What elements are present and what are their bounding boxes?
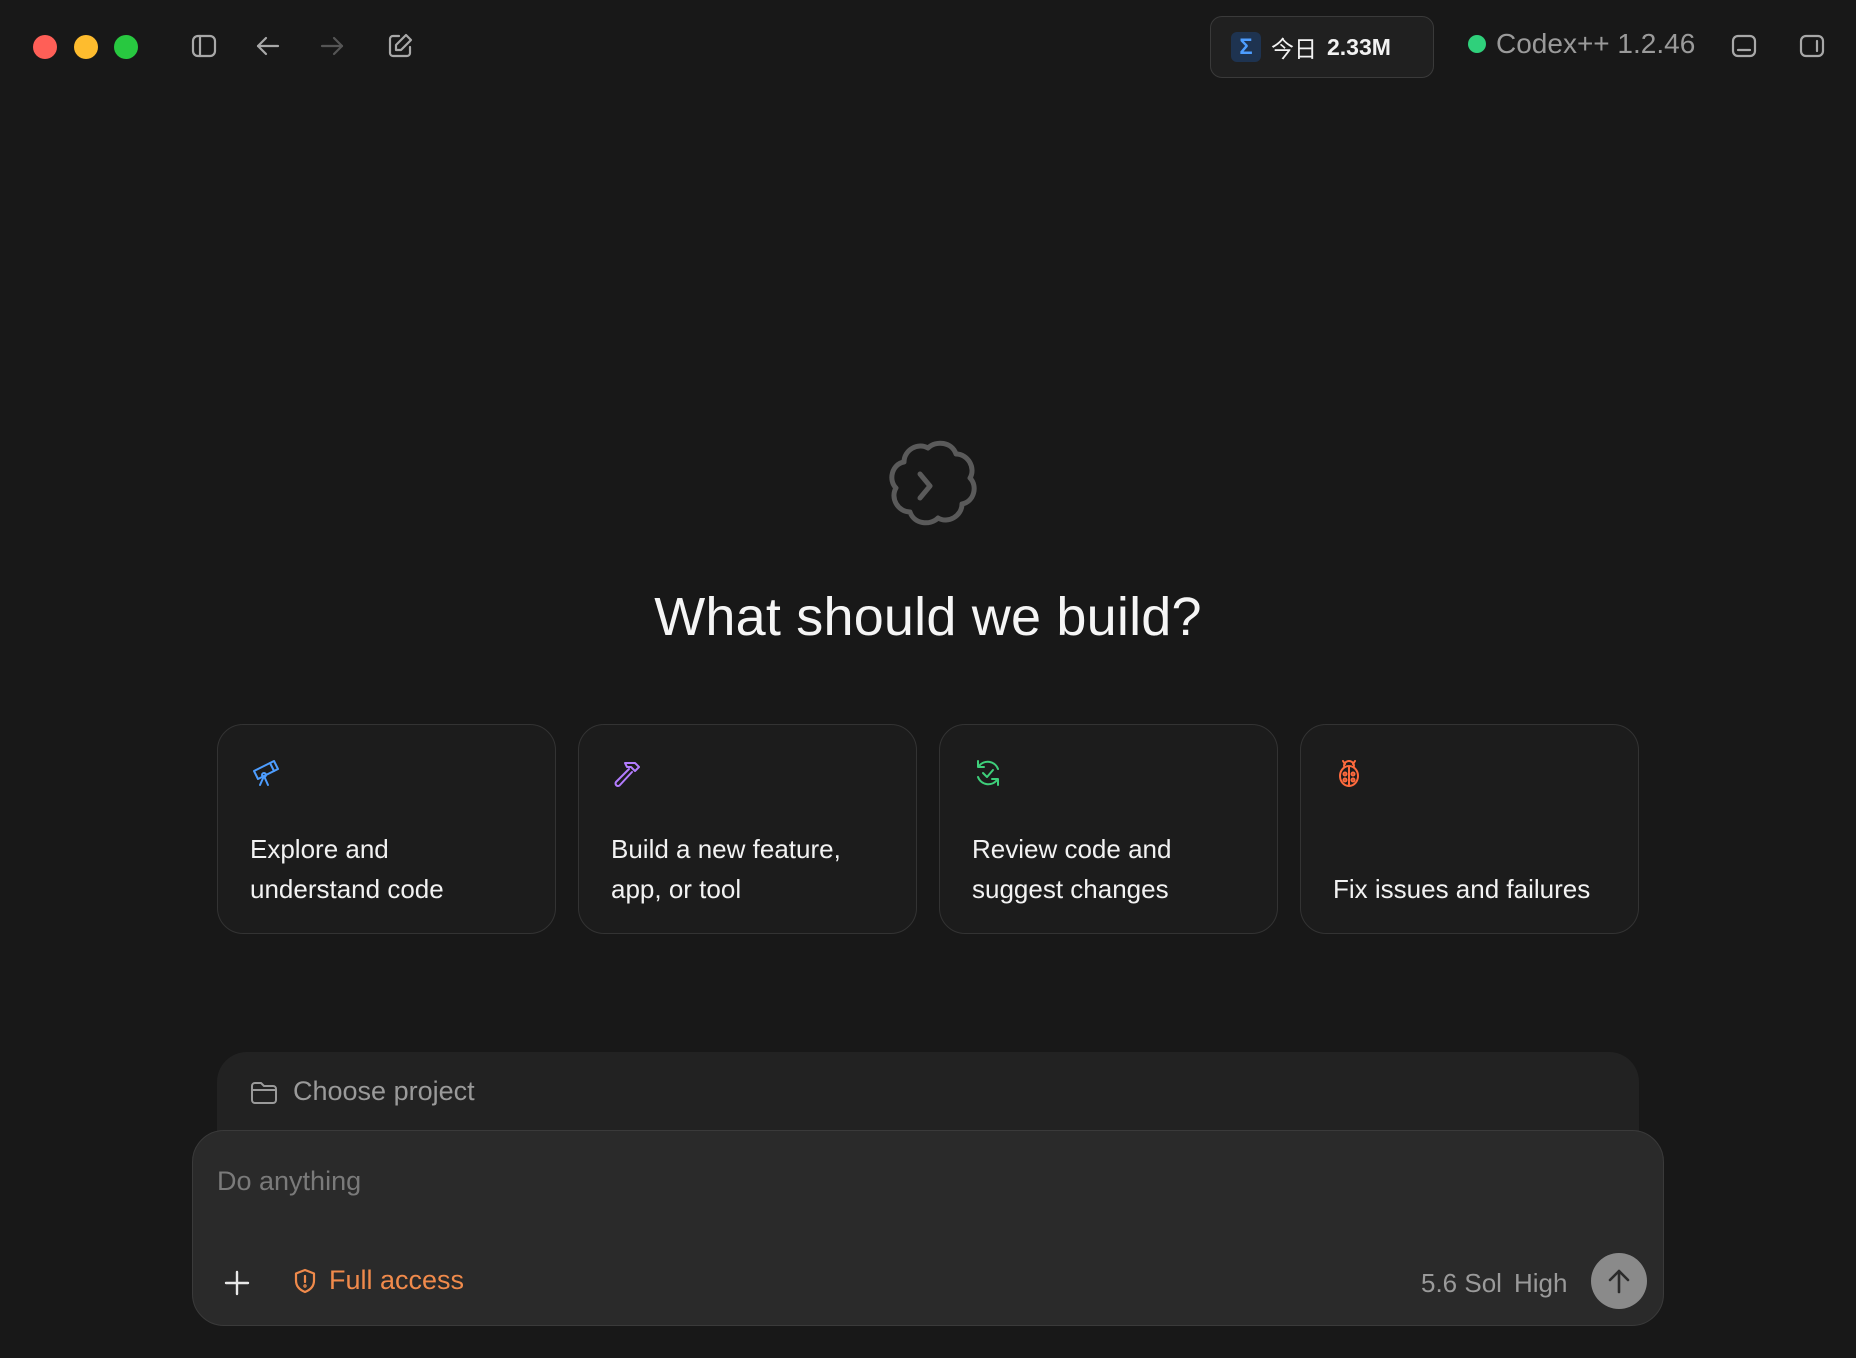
zoom-window-button[interactable]: [114, 35, 138, 59]
codex-logo-icon: [872, 430, 984, 542]
refresh-check-icon: [972, 757, 1004, 789]
app-version-label: Codex++ 1.2.46: [1496, 28, 1696, 59]
close-window-button[interactable]: [33, 35, 57, 59]
access-mode-label: Full access: [329, 1265, 465, 1295]
choose-project-label: Choose project: [293, 1076, 475, 1106]
bug-icon: [1333, 757, 1365, 789]
folder-icon: [251, 1082, 277, 1104]
bottom-panel-icon[interactable]: [1726, 28, 1762, 64]
plus-icon: [224, 1270, 250, 1296]
app-status: Codex++ 1.2.46: [1468, 28, 1695, 60]
hammer-icon: [611, 757, 643, 789]
card-label: Build a new feature, app, or tool: [611, 834, 841, 904]
card-fix-issues[interactable]: Fix issues and failures: [1300, 724, 1639, 934]
shield-alert-icon: [294, 1268, 316, 1293]
composer: Full access 5.6 Sol High: [192, 1130, 1664, 1326]
telescope-icon: [250, 757, 282, 789]
new-chat-icon[interactable]: [382, 28, 418, 64]
access-mode-button[interactable]: Full access: [291, 1265, 464, 1296]
send-button[interactable]: [1591, 1253, 1647, 1309]
sidebar-toggle-icon[interactable]: [186, 28, 222, 64]
card-build-feature[interactable]: Build a new feature, app, or tool: [578, 724, 917, 934]
hero-title: What should we build?: [654, 587, 1202, 647]
model-selector: 5.6 Sol High: [1421, 1268, 1567, 1299]
usage-indicator[interactable]: Σ 今日 2.33M: [1210, 16, 1434, 78]
add-attachment-button[interactable]: [217, 1263, 257, 1303]
sigma-icon: Σ: [1231, 32, 1261, 62]
prompt-input[interactable]: [217, 1161, 1317, 1201]
model-name[interactable]: 5.6 Sol: [1421, 1268, 1502, 1299]
minimize-window-button[interactable]: [74, 35, 98, 59]
arrow-up-icon: [1608, 1269, 1630, 1294]
right-panel-icon[interactable]: [1794, 28, 1830, 64]
usage-today-label: 今日: [1271, 36, 1317, 62]
card-label: Review code and suggest changes: [972, 834, 1172, 904]
card-label: Explore and understand code: [250, 834, 444, 904]
suggestion-cards: Explore and understand code Build a new …: [217, 724, 1639, 934]
forward-arrow-icon[interactable]: [314, 28, 350, 64]
card-label: Fix issues and failures: [1333, 874, 1591, 904]
app-window: Σ 今日 2.33M Codex++ 1.2.46 What should we…: [0, 0, 1856, 1358]
back-arrow-icon[interactable]: [250, 28, 286, 64]
status-dot: [1468, 35, 1486, 53]
card-explore-code[interactable]: Explore and understand code: [217, 724, 556, 934]
usage-value: 2.33M: [1327, 33, 1391, 60]
card-review-code[interactable]: Review code and suggest changes: [939, 724, 1278, 934]
reasoning-effort[interactable]: High: [1514, 1268, 1567, 1299]
